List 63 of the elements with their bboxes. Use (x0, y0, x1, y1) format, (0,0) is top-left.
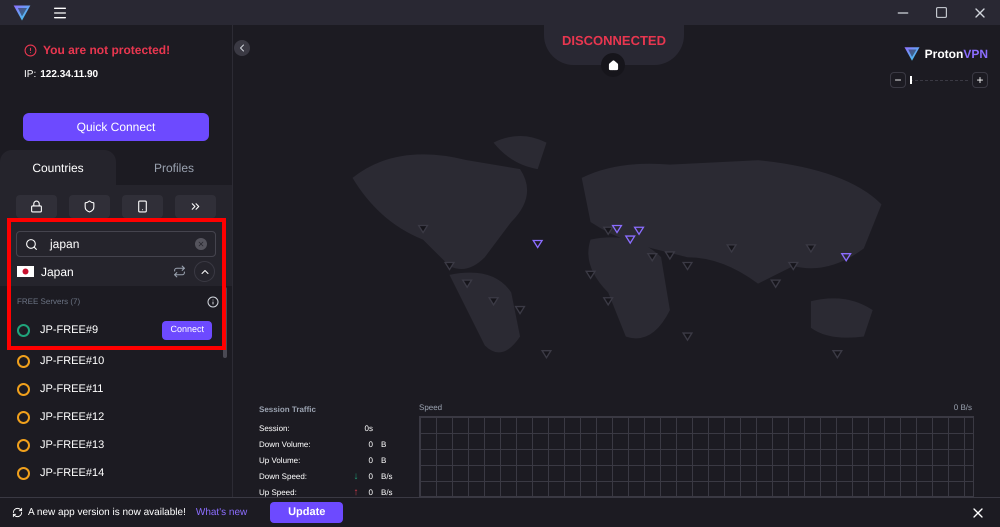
phone-icon (136, 200, 149, 213)
ip-address: 122.34.11.90 (40, 68, 98, 82)
traffic-unit: B (381, 439, 386, 451)
shield-icon (83, 200, 96, 213)
traffic-label: Up Speed: (259, 487, 298, 499)
server-name: JP-FREE#14 (40, 466, 106, 481)
product-name: VPN (963, 46, 988, 63)
home-button[interactable] (601, 53, 625, 77)
info-icon[interactable] (207, 296, 219, 308)
server-name: JP-FREE#13 (40, 438, 106, 453)
server-name: JP-FREE#10 (40, 354, 106, 369)
speed-label: Speed (419, 402, 442, 414)
whats-new-link[interactable]: What's new (196, 505, 248, 520)
server-name: JP-FREE#9 (40, 322, 100, 338)
search-field[interactable]: japan (16, 231, 216, 257)
sidebar-tab[interactable]: Countries (0, 150, 116, 185)
traffic-value: 0 (368, 487, 373, 499)
traffic-unit: B (381, 455, 386, 467)
filter-button[interactable] (122, 195, 163, 218)
collapse-button[interactable] (194, 261, 215, 282)
traffic-value: 0 (368, 471, 373, 483)
lock-icon (30, 200, 43, 213)
logo-icon (12, 2, 32, 22)
traffic-title: Session Traffic (259, 404, 317, 416)
search-icon (25, 238, 38, 250)
refresh-icon (12, 507, 23, 518)
traffic-label: Up Volume: (259, 455, 302, 467)
server-name: JP-FREE#12 (40, 410, 106, 425)
filter-button[interactable] (69, 195, 110, 218)
connection-status: DISCONNECTED (562, 32, 666, 50)
flag-icon (17, 266, 34, 277)
traffic-value: 0s (364, 423, 373, 435)
group-label: FREE Servers (7) (17, 296, 82, 308)
filter-button[interactable] (16, 195, 57, 218)
traffic-arrow: ↑ (354, 488, 358, 498)
traffic-unit: B/s (381, 471, 393, 483)
maximize-icon[interactable] (935, 6, 948, 19)
ip-label: IP: (24, 68, 36, 82)
repeat-icon[interactable] (173, 265, 186, 278)
menu-icon[interactable] (52, 4, 68, 20)
connect-button[interactable]: Connect (162, 320, 212, 340)
traffic-arrow: ↓ (354, 472, 358, 482)
home-icon (608, 60, 618, 70)
traffic-label: Down Speed: (259, 471, 308, 483)
traffic-value: 0 (368, 439, 373, 451)
traffic-label: Session: (259, 423, 291, 435)
warning-icon (24, 44, 37, 56)
update-button[interactable]: Update (270, 502, 344, 523)
country-name: Japan (41, 264, 75, 280)
zoom-out-button[interactable]: − (890, 72, 906, 88)
brand-name: Proton (924, 46, 964, 63)
collapse-sidebar-button[interactable] (234, 40, 250, 56)
quick-connect-button[interactable]: Quick Connect (23, 113, 209, 141)
traffic-label: Down Volume: (259, 439, 312, 451)
traffic-unit: B/s (381, 487, 393, 499)
speed-reading: 0 B/s (954, 402, 972, 414)
logo-icon (902, 45, 921, 63)
traffic-value: 0 (368, 455, 373, 467)
zoom-in-button[interactable]: + (972, 72, 988, 88)
search-value: japan (50, 236, 80, 253)
update-message: A new app version is now available! (28, 506, 186, 520)
protection-warning: You are not protected! (43, 42, 170, 59)
server-name: JP-FREE#11 (40, 382, 104, 397)
